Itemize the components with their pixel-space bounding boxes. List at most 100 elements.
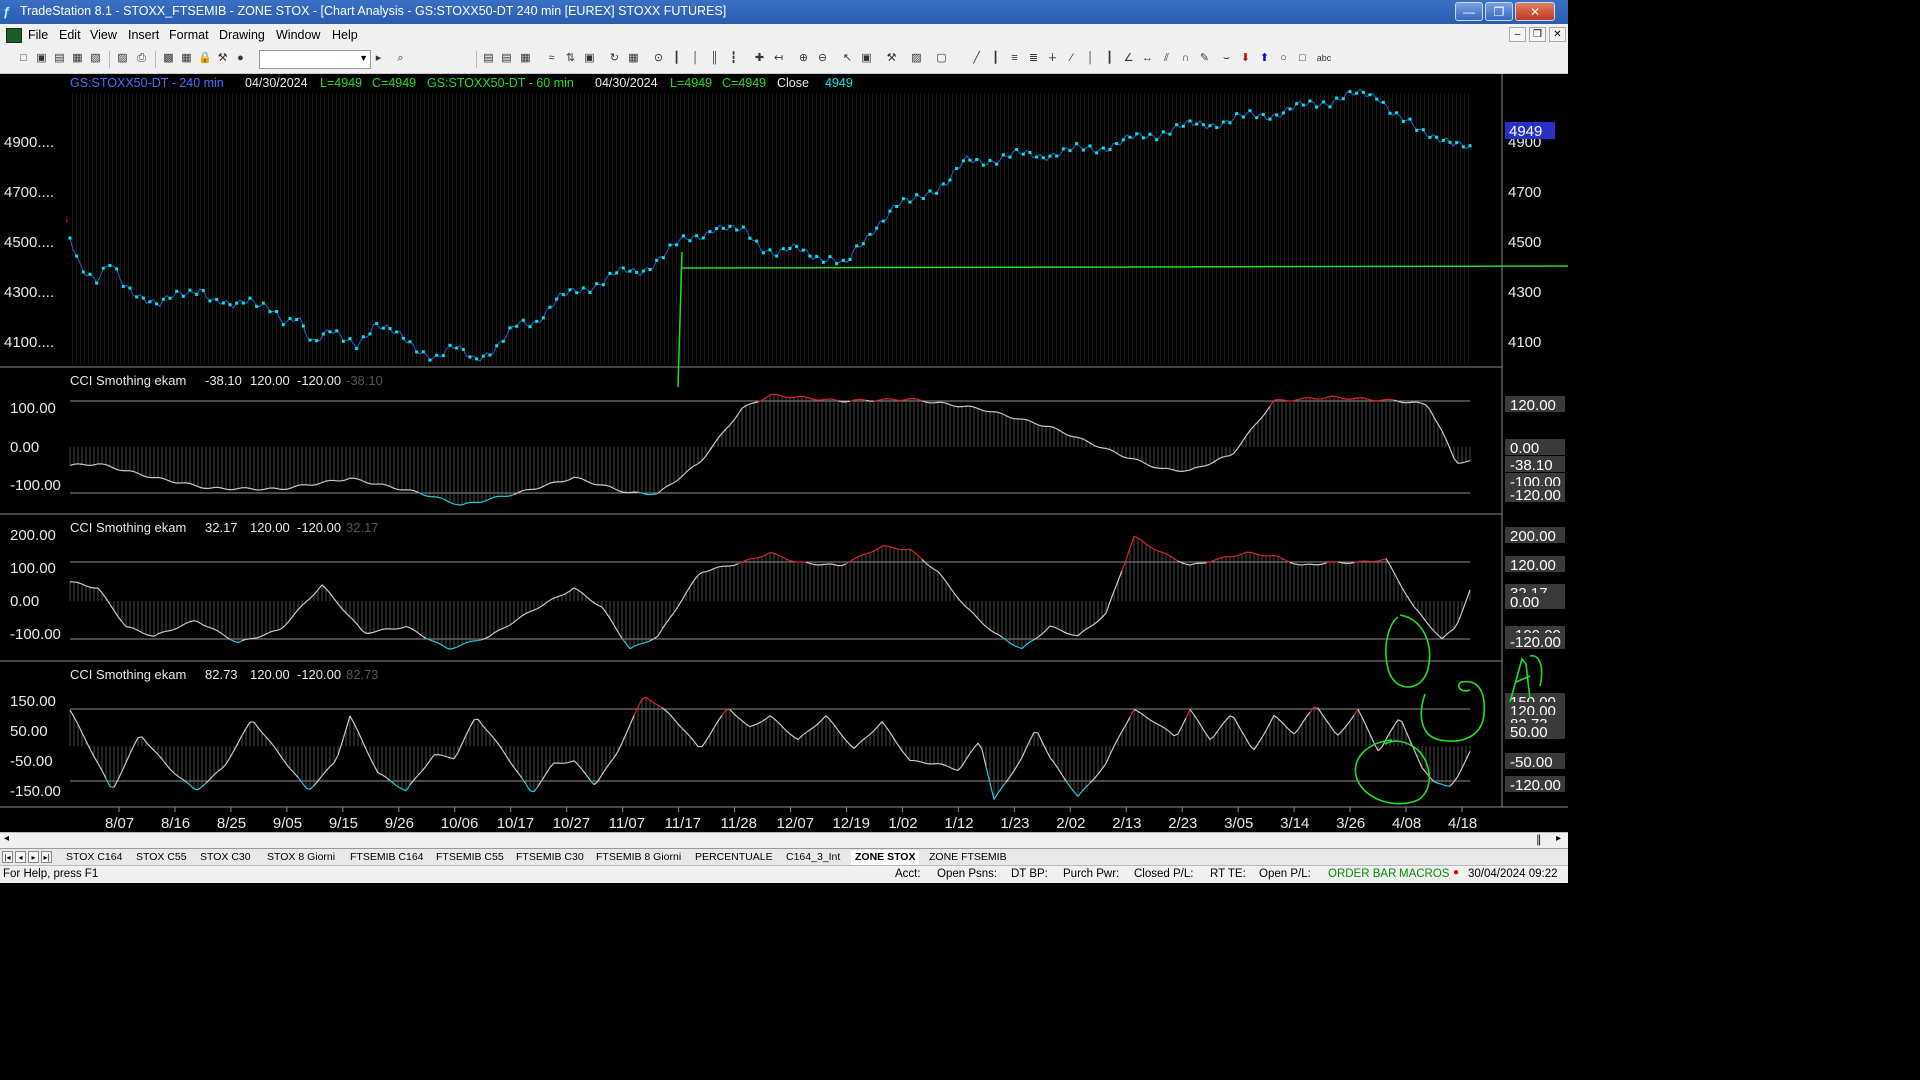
cci-line-segment bbox=[633, 706, 639, 716]
macros-button[interactable]: MACROS bbox=[1399, 868, 1449, 880]
tab-first-icon[interactable]: |◂ bbox=[2, 851, 13, 863]
cci-line-segment bbox=[389, 485, 395, 489]
horizontal-arrow-icon[interactable]: ↔ bbox=[1141, 52, 1154, 65]
new-icon[interactable]: □ bbox=[17, 52, 30, 65]
tab-stox-8-giorni[interactable]: STOX 8 Giorni bbox=[263, 850, 339, 865]
save-icon[interactable]: ▤ bbox=[53, 52, 66, 65]
bar-type-icon[interactable]: ┃ bbox=[670, 52, 683, 65]
tab-next-icon[interactable]: ▸ bbox=[28, 851, 39, 863]
arrow-right-icon[interactable]: ▸ bbox=[372, 52, 385, 65]
chart-window-icon[interactable] bbox=[6, 28, 22, 43]
fib-time-icon[interactable]: │ bbox=[1084, 52, 1097, 65]
tab-ftsemib-c55[interactable]: FTSEMIB C55 bbox=[432, 850, 508, 865]
workspace-icon[interactable]: ▧ bbox=[89, 52, 102, 65]
minimize-button[interactable]: — bbox=[1455, 2, 1483, 21]
speed-line-icon[interactable]: ∕ bbox=[1065, 52, 1078, 65]
tab-last-icon[interactable]: ▸| bbox=[41, 851, 52, 863]
insert-indicator-icon[interactable]: ≈ bbox=[545, 52, 558, 65]
text-icon[interactable]: abc bbox=[1315, 52, 1333, 65]
tab-zone-ftsemib[interactable]: ZONE FTSEMIB bbox=[925, 850, 1011, 865]
tab-stox-c30[interactable]: STOX C30 bbox=[196, 850, 255, 865]
template-icon[interactable]: ▨ bbox=[910, 52, 923, 65]
tools-icon[interactable]: ⚒ bbox=[885, 52, 898, 65]
tab-ftsemib-c30[interactable]: FTSEMIB C30 bbox=[512, 850, 588, 865]
arrow-down-icon[interactable]: ⬇ bbox=[1239, 52, 1252, 65]
print-icon[interactable]: ⎙ bbox=[135, 52, 148, 65]
tab-zone-stox[interactable]: ZONE STOX bbox=[851, 850, 920, 865]
pen-icon[interactable]: ✎ bbox=[1198, 52, 1211, 65]
pointer-icon[interactable]: ↖ bbox=[841, 52, 854, 65]
find-icon[interactable]: ⌕ bbox=[394, 52, 407, 65]
insert-analysis-icon[interactable]: ▣ bbox=[583, 52, 596, 65]
scroll-right-icon[interactable]: ▸ bbox=[1556, 833, 1561, 844]
channel-icon[interactable]: ≣ bbox=[1027, 52, 1040, 65]
tradestation-app-icon[interactable]: ƒ bbox=[3, 4, 15, 20]
menu-format[interactable]: Format bbox=[169, 28, 209, 42]
color-icon[interactable]: ● bbox=[234, 52, 247, 65]
arc-icon[interactable]: ∩ bbox=[1179, 52, 1192, 65]
menu-drawing[interactable]: Drawing bbox=[219, 28, 265, 42]
curve-icon[interactable]: ⌣ bbox=[1220, 52, 1233, 65]
horizontal-line-icon[interactable]: ≡ bbox=[1008, 52, 1021, 65]
mdi-close-button[interactable]: ✕ bbox=[1549, 27, 1566, 42]
parallel-lines-icon[interactable]: ⫽ bbox=[1160, 52, 1173, 65]
crosshair-icon[interactable]: ✚ bbox=[753, 52, 766, 65]
candlestick-icon[interactable]: │ bbox=[689, 52, 702, 65]
menu-insert[interactable]: Insert bbox=[128, 28, 159, 42]
print-preview-icon[interactable]: ▨ bbox=[116, 52, 129, 65]
price-bar bbox=[401, 336, 405, 340]
tab-stox-c164[interactable]: STOX C164 bbox=[62, 850, 126, 865]
format-data-icon[interactable]: ▦ bbox=[519, 52, 532, 65]
tab-ftsemib-8-giorni[interactable]: FTSEMIB 8 Giorni bbox=[592, 850, 685, 865]
chart-canvas[interactable]: GS:STOXX50-DT - 240 min 04/30/2024 L=494… bbox=[0, 74, 1569, 832]
zoom-in-icon[interactable]: ⊕ bbox=[797, 52, 810, 65]
menu-edit[interactable]: Edit bbox=[59, 28, 81, 42]
ellipse-icon[interactable]: ○ bbox=[1277, 52, 1290, 65]
scroll-left-icon[interactable]: ◂ bbox=[4, 833, 9, 844]
new-window-icon[interactable]: ▦ bbox=[71, 52, 84, 65]
menu-file[interactable]: File bbox=[28, 28, 48, 42]
alert-icon[interactable]: ⊙ bbox=[652, 52, 665, 65]
lock-icon[interactable]: 🔒 bbox=[198, 52, 212, 65]
mdi-minimize-button[interactable]: – bbox=[1509, 27, 1526, 42]
horizontal-scrollbar[interactable]: ◂ ∥ ▸ bbox=[0, 832, 1568, 849]
insert-strategy-icon[interactable]: ⇅ bbox=[564, 52, 577, 65]
tab-ftsemib-c164[interactable]: FTSEMIB C164 bbox=[346, 850, 428, 865]
menu-view[interactable]: View bbox=[90, 28, 117, 42]
mdi-restore-button[interactable]: ❐ bbox=[1529, 27, 1546, 42]
properties-icon[interactable]: ⚒ bbox=[216, 52, 229, 65]
tab-c164-3-int[interactable]: C164_3_Int bbox=[782, 850, 844, 865]
fibonacci-fan-icon[interactable]: ∔ bbox=[1046, 52, 1059, 65]
arrow-up-icon[interactable]: ⬆ bbox=[1258, 52, 1271, 65]
rectangle-icon[interactable]: □ bbox=[1296, 52, 1309, 65]
data-window-icon[interactable]: ▣ bbox=[860, 52, 873, 65]
tab-prev-icon[interactable]: ◂ bbox=[15, 851, 26, 863]
tab-stox-c55[interactable]: STOX C55 bbox=[132, 850, 191, 865]
format-window-icon[interactable]: ▤ bbox=[482, 52, 495, 65]
ohlc-bar-icon[interactable]: ║ bbox=[708, 52, 721, 65]
scroll-thumb-icon[interactable]: ∥ bbox=[1536, 833, 1542, 846]
order-bar-button[interactable]: ORDER BAR bbox=[1328, 868, 1396, 880]
gann-fan-icon[interactable]: ∠ bbox=[1122, 52, 1135, 65]
open-icon[interactable]: ▣ bbox=[35, 52, 48, 65]
radarscreen-icon[interactable]: ▦ bbox=[180, 52, 193, 65]
spacing-icon[interactable]: ↤ bbox=[772, 52, 785, 65]
line-on-close-icon[interactable]: ┇ bbox=[727, 52, 740, 65]
tab-percentuale[interactable]: PERCENTUALE bbox=[691, 850, 777, 865]
menu-window[interactable]: Window bbox=[276, 28, 320, 42]
refresh-icon[interactable]: ↻ bbox=[608, 52, 621, 65]
chart-analysis-icon[interactable]: ▩ bbox=[162, 52, 175, 65]
menu-help[interactable]: Help bbox=[332, 28, 358, 42]
restore-button[interactable]: ❐ bbox=[1485, 2, 1513, 21]
chart-analysis-window[interactable]: GS:STOXX50-DT - 240 min 04/30/2024 L=494… bbox=[0, 74, 1569, 832]
stamp-icon[interactable]: ▢ bbox=[935, 52, 948, 65]
vertical-lines-icon[interactable]: ┃ bbox=[989, 52, 1002, 65]
trendline-icon[interactable]: ╱ bbox=[970, 52, 983, 65]
layout-icon[interactable]: ▦ bbox=[627, 52, 640, 65]
zoom-out-icon[interactable]: ⊖ bbox=[816, 52, 829, 65]
format-symbol-icon[interactable]: ▤ bbox=[500, 52, 513, 65]
close-button[interactable]: ✕ bbox=[1515, 2, 1555, 21]
cci-line-segment bbox=[1185, 469, 1191, 472]
cycle-lines-icon[interactable]: ┃ bbox=[1103, 52, 1116, 65]
workspace-select[interactable]: ▼ bbox=[259, 50, 371, 69]
